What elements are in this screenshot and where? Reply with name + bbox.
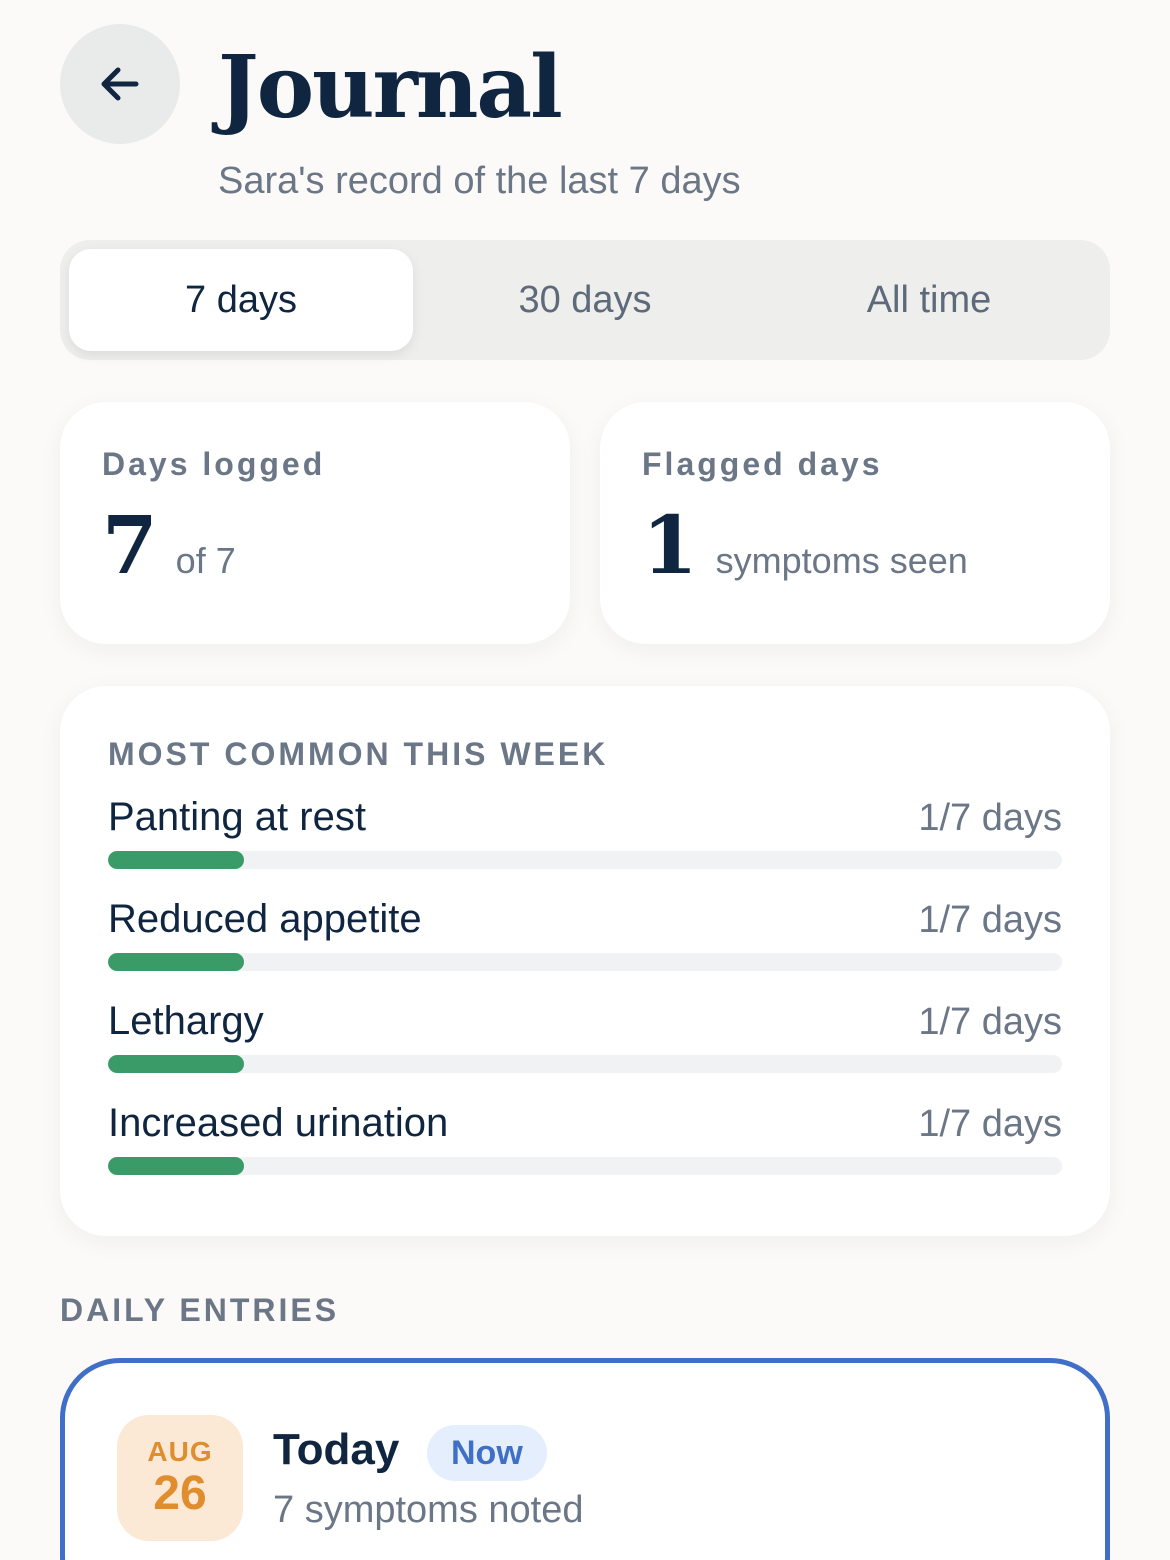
symptom-row: Reduced appetite 1/7 days	[108, 897, 1062, 999]
days-logged-label: Days logged	[102, 446, 326, 482]
symptom-list: Panting at rest 1/7 days Reduced appetit…	[108, 795, 1062, 1203]
tab-7-days[interactable]: 7 days	[69, 249, 413, 351]
daily-entries-heading: DAILY ENTRIES	[60, 1292, 340, 1328]
symptom-count: 1/7 days	[918, 1103, 1062, 1145]
entry-title: Today	[273, 1425, 400, 1474]
symptom-name: Lethargy	[108, 999, 264, 1043]
symptom-count: 1/7 days	[918, 1001, 1062, 1043]
symptom-count: 1/7 days	[918, 797, 1062, 839]
most-common-card: MOST COMMON THIS WEEK Panting at rest 1/…	[60, 686, 1110, 1236]
symptom-name: Panting at rest	[108, 795, 366, 839]
daily-entry-card[interactable]: AUG 26 Today Now 7 symptoms noted	[60, 1358, 1110, 1560]
symptom-row: Lethargy 1/7 days	[108, 999, 1062, 1101]
page-subtitle: Sara's record of the last 7 days	[218, 160, 741, 202]
symptom-progress-track	[108, 1157, 1062, 1175]
range-segmented-control: 7 days 30 days All time	[60, 240, 1110, 360]
journal-screen: Journal Sara's record of the last 7 days…	[0, 0, 1170, 1560]
symptom-name: Increased urination	[108, 1101, 449, 1145]
symptom-progress-track	[108, 1055, 1062, 1073]
flagged-days-label: Flagged days	[642, 446, 883, 482]
symptom-progress-fill	[108, 851, 245, 869]
flagged-days-value: 1	[642, 498, 698, 592]
symptom-count: 1/7 days	[918, 899, 1062, 941]
tab-all-time[interactable]: All time	[757, 249, 1101, 351]
date-badge: AUG 26	[117, 1415, 243, 1541]
days-logged-value: 7	[102, 498, 158, 592]
flagged-days-card: Flagged days 1 symptoms seen	[600, 402, 1110, 644]
tab-30-days[interactable]: 30 days	[413, 249, 757, 351]
arrow-left-icon	[101, 67, 139, 101]
symptom-row: Panting at rest 1/7 days	[108, 795, 1062, 897]
now-badge: Now	[427, 1425, 547, 1481]
symptom-progress-track	[108, 851, 1062, 869]
most-common-heading: MOST COMMON THIS WEEK	[108, 736, 609, 772]
symptom-progress-fill	[108, 1157, 245, 1175]
symptom-row: Increased urination 1/7 days	[108, 1101, 1062, 1203]
symptom-progress-fill	[108, 1055, 245, 1073]
days-logged-unit: of 7	[175, 540, 236, 581]
back-button[interactable]	[60, 24, 180, 144]
date-day: 26	[153, 1467, 207, 1520]
symptom-progress-track	[108, 953, 1062, 971]
page-title: Journal	[218, 37, 563, 138]
symptom-progress-fill	[108, 953, 245, 971]
date-month: AUG	[147, 1436, 213, 1467]
flagged-days-unit: symptoms seen	[715, 540, 968, 581]
days-logged-card: Days logged 7 of 7	[60, 402, 570, 644]
entry-summary: 7 symptoms noted	[273, 1489, 584, 1531]
symptom-name: Reduced appetite	[108, 897, 422, 941]
